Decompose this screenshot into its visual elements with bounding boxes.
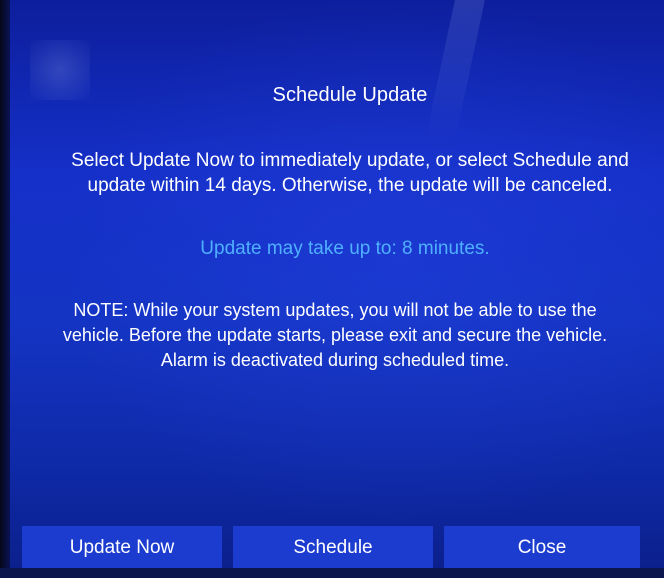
screen-bezel <box>0 0 10 578</box>
screen-glare <box>425 0 485 140</box>
update-now-button[interactable]: Update Now <box>22 526 222 568</box>
schedule-button[interactable]: Schedule <box>233 526 433 568</box>
message-line: update within 14 days. Otherwise, the up… <box>87 175 613 196</box>
note-line: vehicle. Before the update starts, pleas… <box>62 325 608 345</box>
message-line: Select Update Now to immediately update,… <box>71 150 629 171</box>
dialog-title: Schedule Update <box>272 84 428 106</box>
close-button[interactable]: Close <box>444 526 640 568</box>
update-duration-text: Update may take up to: 8 minutes. <box>200 238 490 259</box>
note-line: Alarm is deactivated during scheduled ti… <box>160 350 510 370</box>
screen-bezel-bottom <box>0 568 664 578</box>
note-line: NOTE: While your system updates, you wil… <box>73 300 597 320</box>
dialog-message: Select Update Now to immediately update,… <box>20 148 664 198</box>
update-dialog-screen: Schedule Update Select Update Now to imm… <box>0 0 664 578</box>
dialog-note: NOTE: While your system updates, you wil… <box>10 298 660 373</box>
